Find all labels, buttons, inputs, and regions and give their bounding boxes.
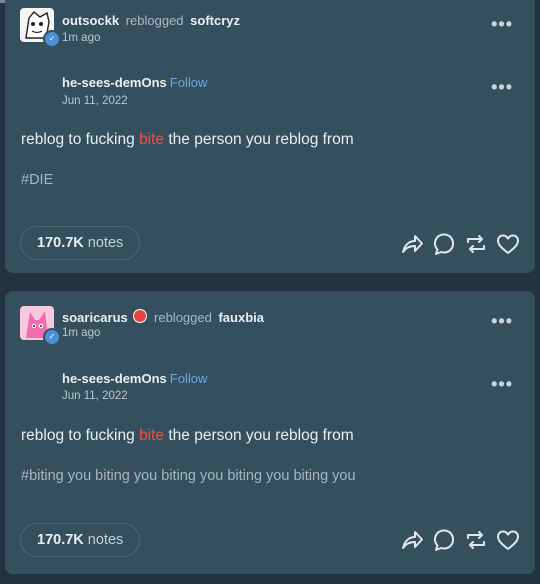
source-username[interactable]: he-sees-demOns — [62, 75, 167, 90]
body-text-highlight: bite — [139, 131, 165, 148]
reblog-header: outsockk reblogged softcryz — [62, 13, 240, 28]
notes-count: 170.7K — [37, 235, 84, 251]
post-actions — [399, 527, 521, 553]
reply-icon[interactable] — [431, 231, 457, 257]
notes-label: notes — [87, 532, 124, 548]
like-icon[interactable] — [495, 231, 521, 257]
post-tag[interactable]: #DIE — [21, 172, 53, 188]
notes-button[interactable]: 170.7K notes — [20, 226, 141, 260]
reblogged-from-username[interactable]: fauxbia — [218, 310, 264, 325]
source-date[interactable]: Jun 11, 2022 — [62, 390, 128, 402]
reblog-header: soaricarus reblogged fauxbia — [62, 309, 264, 325]
post-menu-button[interactable]: ••• — [491, 15, 513, 33]
body-text-before: reblog to fucking — [21, 427, 135, 444]
reblogged-from-username[interactable]: softcryz — [190, 13, 240, 28]
follow-button[interactable]: Follow — [170, 75, 208, 90]
source-menu-button[interactable]: ••• — [491, 78, 513, 96]
post-card: ✓ soaricarus reblogged fauxbia 1m ago ••… — [5, 291, 535, 574]
avatar-badge-icon: ✓ — [43, 30, 61, 48]
post-tag[interactable]: #biting you biting you biting you biting… — [21, 468, 356, 484]
like-icon[interactable] — [495, 527, 521, 553]
reblogger-username[interactable]: soaricarus — [62, 310, 128, 325]
notes-count: 170.7K — [37, 532, 84, 548]
reblog-icon[interactable] — [463, 231, 489, 257]
post-card: ✓ outsockk reblogged softcryz 1m ago •••… — [5, 0, 535, 273]
post-body: reblog to fucking bite the person you re… — [21, 131, 354, 149]
source-user-line: he-sees-demOns Follow — [62, 75, 207, 90]
post-menu-button[interactable]: ••• — [491, 312, 513, 330]
notes-label: notes — [87, 235, 124, 251]
share-icon[interactable] — [399, 527, 425, 553]
notes-button[interactable]: 170.7K notes — [20, 523, 141, 557]
post-time[interactable]: 1m ago — [62, 327, 100, 339]
body-text-before: reblog to fucking — [21, 131, 135, 148]
source-username[interactable]: he-sees-demOns — [62, 371, 167, 386]
post-body: reblog to fucking bite the person you re… — [21, 427, 354, 445]
source-date[interactable]: Jun 11, 2022 — [62, 95, 128, 107]
post-actions — [399, 231, 521, 257]
user-emoji-badge-icon — [133, 309, 148, 323]
body-text-highlight: bite — [139, 427, 165, 444]
avatar-badge-icon: ✓ — [43, 328, 61, 346]
reblogged-label: reblogged — [154, 310, 212, 325]
follow-button[interactable]: Follow — [170, 371, 208, 386]
source-user-line: he-sees-demOns Follow — [62, 371, 207, 386]
post-time[interactable]: 1m ago — [62, 32, 100, 44]
reblogger-username[interactable]: outsockk — [62, 13, 119, 28]
reblogged-label: reblogged — [125, 13, 184, 28]
source-menu-button[interactable]: ••• — [491, 375, 513, 393]
share-icon[interactable] — [399, 231, 425, 257]
reblog-icon[interactable] — [463, 527, 489, 553]
body-text-after: the person you reblog from — [168, 427, 354, 444]
body-text-after: the person you reblog from — [168, 131, 354, 148]
reply-icon[interactable] — [431, 527, 457, 553]
